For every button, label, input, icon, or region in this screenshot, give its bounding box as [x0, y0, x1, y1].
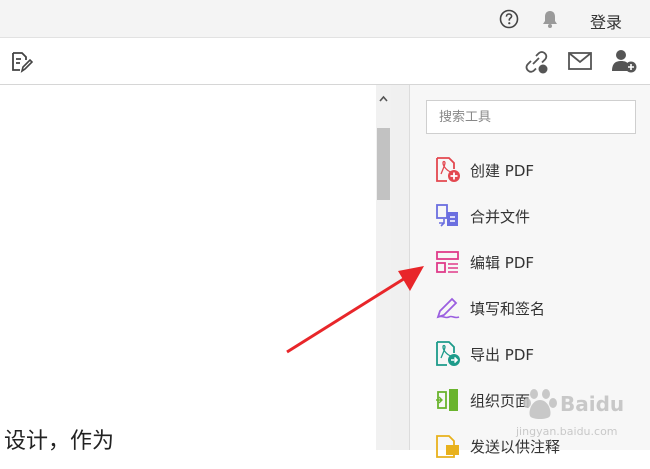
tool-label: 创建 PDF	[470, 162, 534, 180]
add-user-icon[interactable]	[611, 49, 637, 73]
edit-pdf-icon	[436, 251, 459, 273]
email-icon[interactable]	[568, 52, 592, 70]
help-circle-icon[interactable]	[499, 9, 519, 29]
document-text: 设计，作为	[4, 429, 115, 454]
combine-files-icon	[436, 204, 458, 227]
create-pdf-icon	[436, 157, 460, 182]
send-for-comments-icon	[436, 435, 459, 458]
scroll-up-arrow-icon[interactable]	[379, 95, 388, 102]
tool-export-pdf[interactable]: 导出 PDF	[410, 331, 650, 377]
fill-and-sign-icon	[436, 297, 460, 319]
login-link[interactable]: 登录	[590, 9, 622, 33]
scrollbar-thumb[interactable]	[377, 128, 390, 200]
tool-create-pdf[interactable]: 创建 PDF	[410, 147, 650, 193]
tool-edit-pdf[interactable]: 编辑 PDF	[410, 239, 650, 285]
top-menu-bar: 登录	[0, 0, 650, 38]
toolbar	[0, 38, 650, 85]
tool-label: 合并文件	[470, 208, 531, 226]
svg-text:Baidu: Baidu	[560, 392, 624, 416]
fill-sign-icon[interactable]	[9, 50, 33, 74]
panel-divider	[391, 85, 410, 450]
document-page: 设计，作为	[0, 85, 376, 454]
tool-fill-and-sign[interactable]: 填写和签名	[410, 285, 650, 331]
tool-label: 填写和签名	[470, 300, 546, 318]
tool-combine-files[interactable]: 合并文件	[410, 193, 650, 239]
search-tools-input[interactable]	[426, 100, 636, 134]
bell-icon[interactable]	[541, 9, 559, 29]
tool-label: 编辑 PDF	[470, 254, 534, 272]
link-icon[interactable]	[523, 50, 549, 74]
svg-text:jingyan.baidu.com: jingyan.baidu.com	[515, 425, 618, 438]
tool-label: 导出 PDF	[470, 346, 534, 364]
baidu-jingyan-watermark: Baidu jingyan.baidu.com	[515, 389, 624, 438]
document-scrollbar[interactable]	[376, 85, 391, 450]
export-pdf-icon	[436, 341, 460, 366]
organize-pages-icon	[436, 389, 458, 411]
